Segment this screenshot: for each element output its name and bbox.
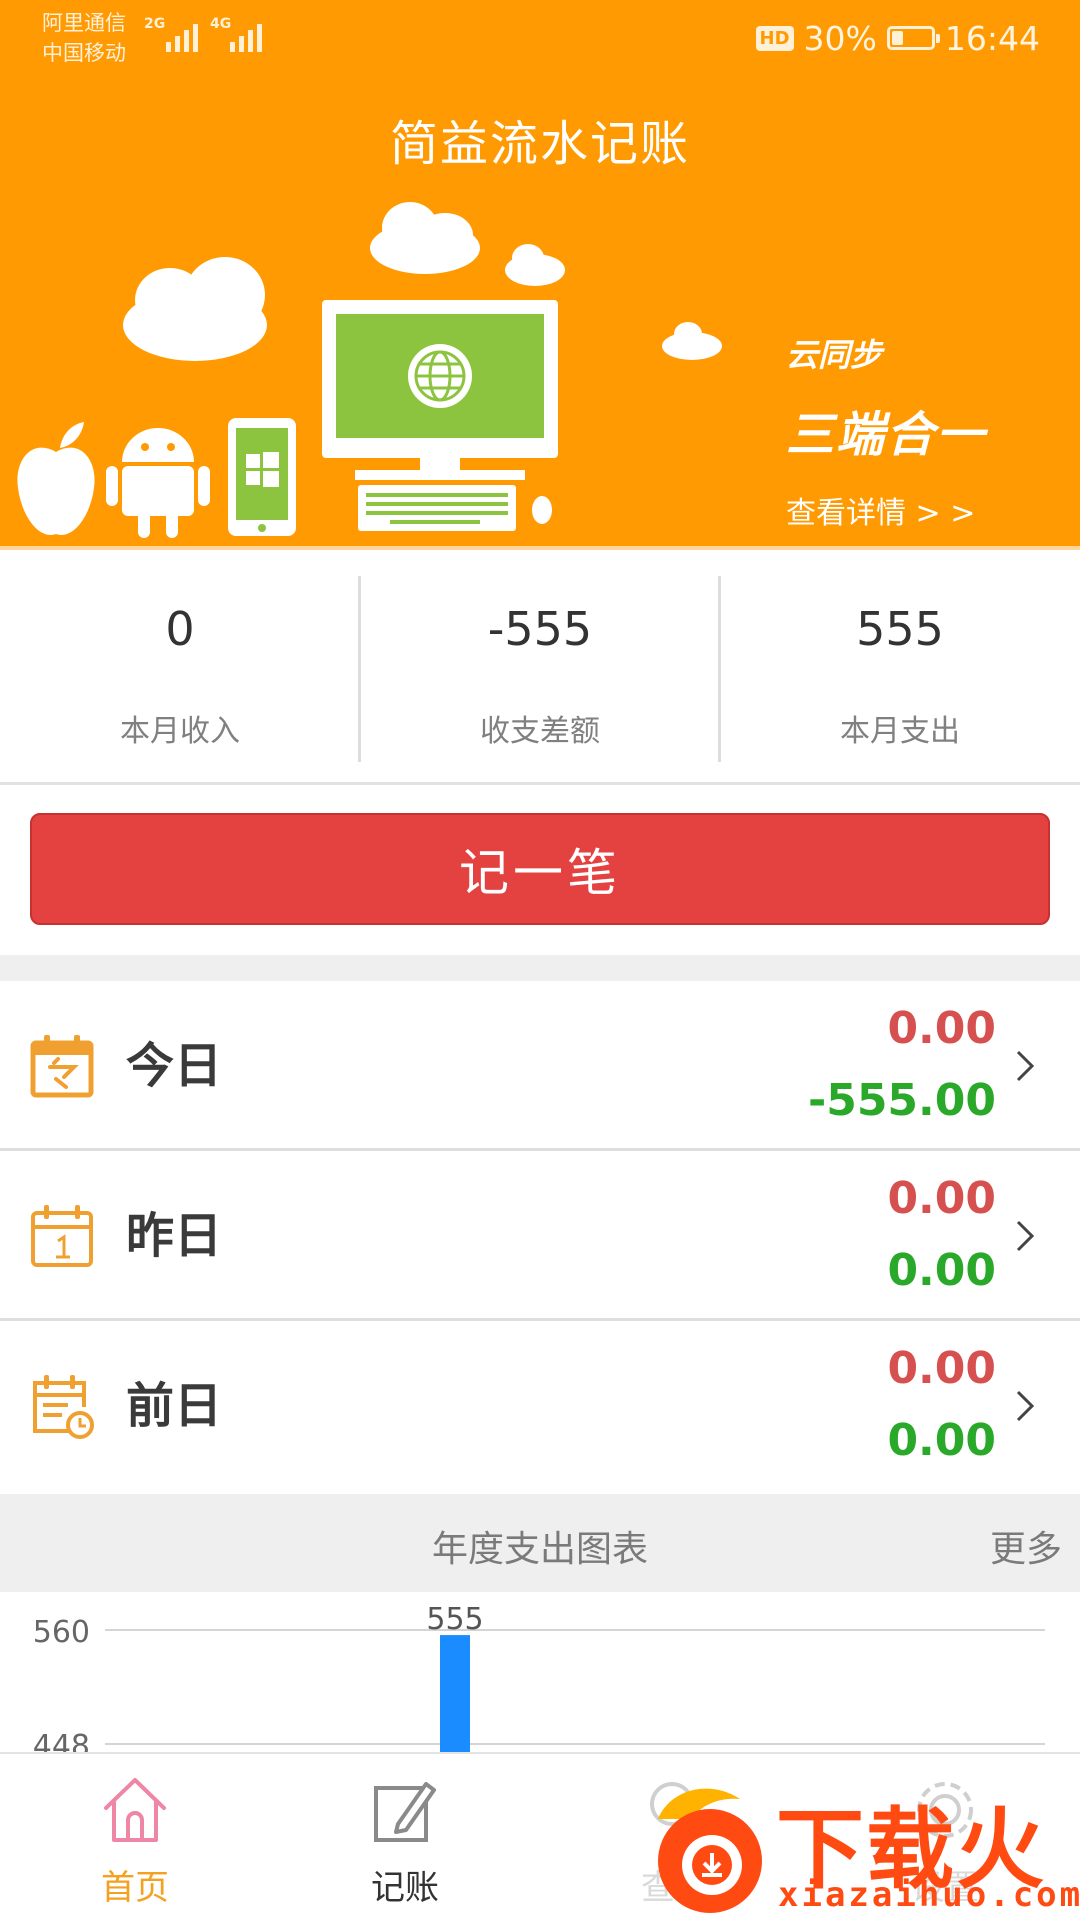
day-label: 今日 [126,1038,223,1094]
computer-icon [322,300,558,531]
calendar-clock-icon [33,1375,94,1439]
balance-value: -555 [487,602,593,656]
chevron-right-icon [1016,1220,1035,1252]
record-entry-button[interactable]: 记一笔 [30,813,1050,925]
day-expense-amount: -555.00 [807,1075,996,1126]
y-tick-label: 560 [33,1615,90,1650]
chevron-right-icon [1016,1050,1035,1082]
nav-label: 记账 [371,1868,439,1908]
apple-icon [17,422,95,535]
nav-home[interactable]: 首页 [0,1754,270,1922]
carrier-name-2: 中国移动 [42,41,126,65]
annual-expense-chart[interactable]: 560 448 555 [0,1592,1080,1752]
day-expense-amount: 0.00 [887,1415,996,1466]
nav-label: 首页 [101,1868,169,1908]
chart-header: 年度支出图表 更多 [0,1494,1080,1592]
status-right: HD 30% 16:44 [755,16,1040,60]
balance-label: 收支差额 [480,714,600,749]
balance-stat: -555 收支差额 [360,556,720,782]
day-income-amount: 0.00 [887,1173,996,1224]
carrier-name-1: 阿里通信 [42,11,126,35]
chevron-right-icon [1016,1390,1035,1422]
calendar-yesterday-icon [31,1205,93,1267]
watermark-logo: 下载火 xiazaihuo.com [640,1775,1080,1920]
app-title: 简益流水记账 [389,116,690,172]
carrier-info: 阿里通信 中国移动 [42,8,126,68]
monthly-summary: 0 本月收入 -555 收支差额 555 本月支出 [0,556,1080,785]
status-bar: 阿里通信 中国移动 2G 4G HD 30% 16:44 [0,0,1080,80]
day-income-amount: 0.00 [887,1003,996,1054]
chart-title: 年度支出图表 [431,1529,648,1570]
bar-data-label: 555 [426,1602,483,1637]
monthly-income-stat: 0 本月收入 [0,556,360,782]
monthly-income-value: 0 [165,602,195,656]
view-details-link[interactable]: 查看详情 > > [786,488,975,532]
android-icon [106,428,210,538]
day-label: 昨日 [126,1208,223,1264]
chart-bar [440,1635,470,1752]
home-icon [104,1778,166,1842]
bar-chart: 560 448 555 [33,1602,1045,1752]
day-row-before-yesterday[interactable]: 前日 0.00 0.00 [0,1321,1080,1491]
hd-icon: HD [755,25,794,51]
signal-strength-icon [230,18,262,52]
promo-three-platforms: 三端合一 [786,407,987,463]
monthly-expense-value: 555 [856,602,944,656]
header-divider [0,546,1080,550]
day-label: 前日 [126,1378,223,1434]
monthly-income-label: 本月收入 [120,714,240,749]
nav-record[interactable]: 记账 [270,1754,540,1922]
day-expense-amount: 0.00 [887,1245,996,1296]
battery-icon [886,26,940,50]
day-income-amount: 0.00 [887,1343,996,1394]
section-gap [0,955,1080,981]
signal-strength-icon [166,18,198,52]
battery-percent: 30% [803,18,877,58]
header-banner: 阿里通信 中国移动 2G 4G HD 30% 16:44 简益流水记账 云同步 … [0,0,1080,550]
y-tick-label: 448 [33,1729,90,1752]
watermark-url: xiazaihuo.com [778,1875,1080,1915]
edit-icon [374,1782,436,1842]
day-row-today[interactable]: 今日 0.00 -555.00 [0,981,1080,1151]
monthly-expense-stat: 555 本月支出 [720,556,1080,782]
chart-more-link[interactable]: 更多 [990,1520,1062,1572]
network-type-2: 4G [210,16,232,32]
promo-cloud-sync: 云同步 [786,336,883,374]
day-row-yesterday[interactable]: 昨日 0.00 0.00 [0,1151,1080,1321]
flame-logo-icon [658,1788,762,1913]
clock: 16:44 [944,18,1040,58]
network-type-1: 2G [144,16,166,32]
record-button-area: 记一笔 [0,785,1080,955]
calendar-today-icon [30,1035,94,1098]
phone-icon [228,418,296,536]
monthly-expense-label: 本月支出 [840,714,960,749]
